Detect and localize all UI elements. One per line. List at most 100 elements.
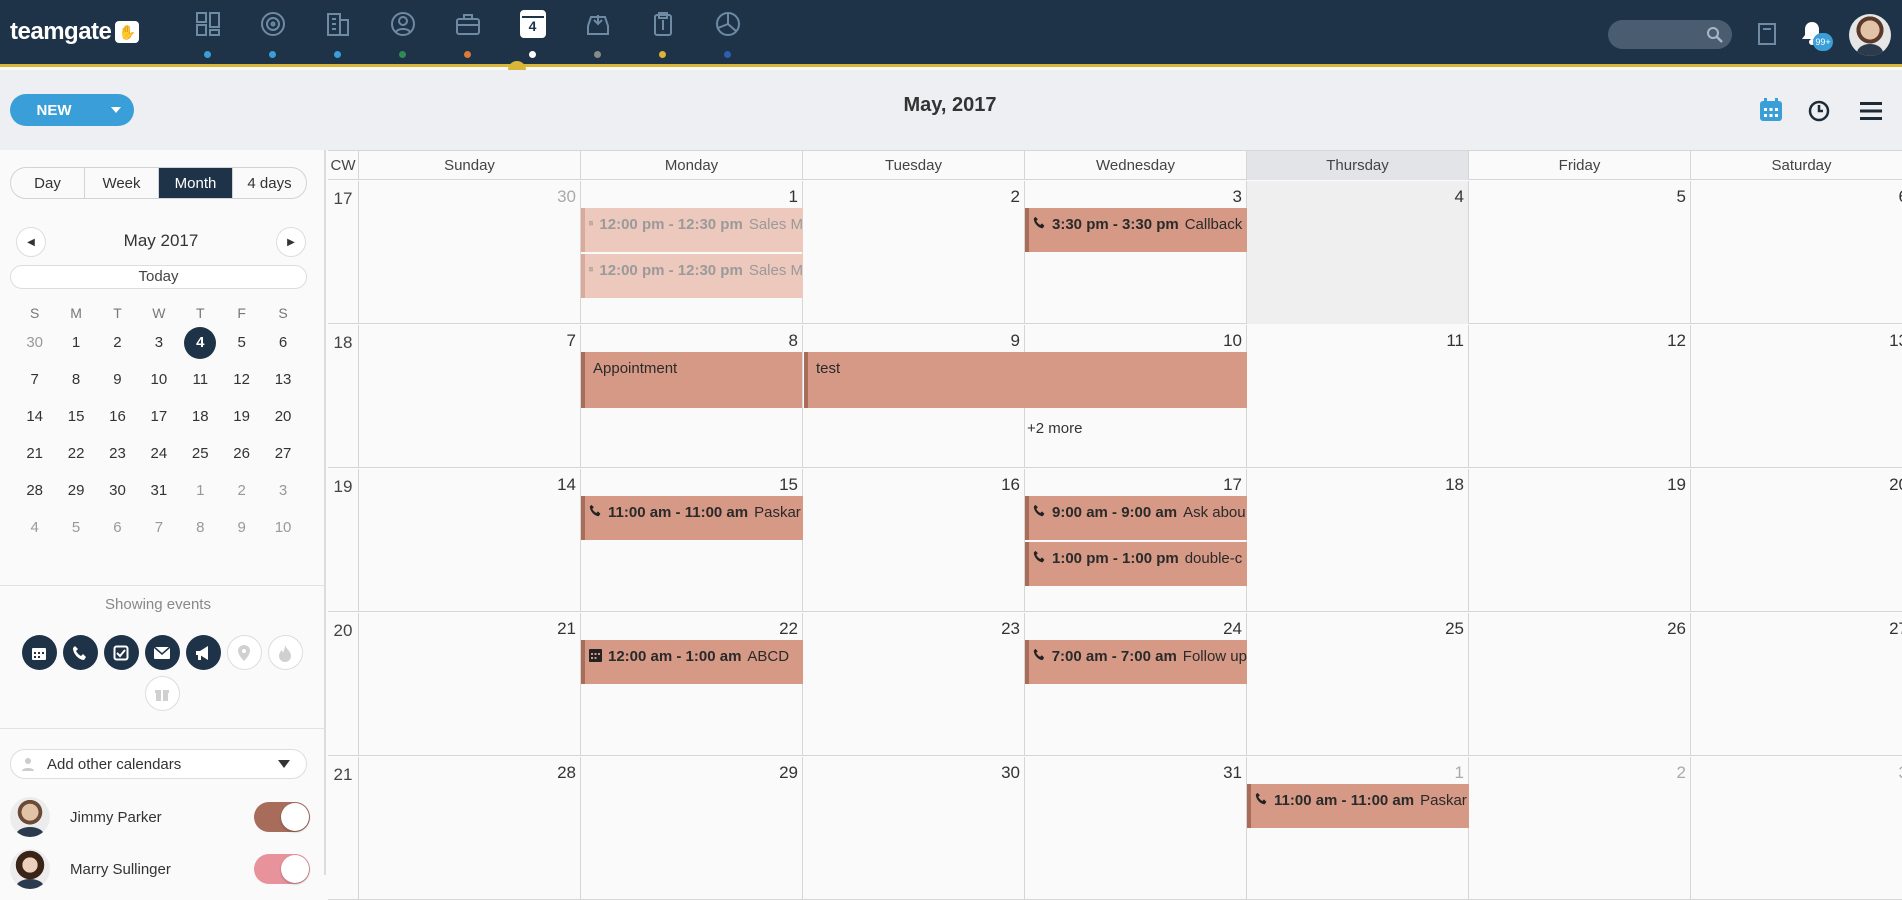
document-icon[interactable] [1757, 22, 1777, 46]
mini-day[interactable]: 30 [97, 482, 138, 499]
day-cell[interactable]: 22 [581, 613, 803, 756]
day-cell[interactable]: 18 [1247, 469, 1469, 612]
tab-month[interactable]: Month [159, 168, 233, 198]
menu-icon[interactable] [1860, 101, 1882, 121]
nav-contacts[interactable] [370, 6, 435, 58]
mini-day[interactable]: 3 [262, 482, 303, 499]
day-cell[interactable]: 1 [1247, 757, 1469, 900]
mini-day[interactable]: 19 [221, 408, 262, 425]
mini-day[interactable]: 8 [180, 519, 221, 536]
mini-day[interactable]: 5 [55, 519, 96, 536]
tab-4-days[interactable]: 4 days [233, 168, 306, 198]
clock-icon[interactable] [1808, 100, 1830, 122]
mini-day[interactable]: 15 [55, 408, 96, 425]
add-other-calendars-dropdown[interactable]: Add other calendars [10, 749, 307, 779]
mini-day[interactable]: 30 [14, 334, 55, 351]
day-cell-today[interactable]: 4 [1247, 181, 1469, 324]
nav-leads[interactable] [240, 6, 305, 58]
mini-day[interactable]: 1 [55, 334, 96, 351]
mini-day[interactable]: 10 [262, 519, 303, 536]
day-cell[interactable]: 1 [581, 181, 803, 324]
mini-day[interactable]: 1 [180, 482, 221, 499]
app-logo[interactable]: teamgate ✋ [10, 18, 140, 46]
global-search[interactable] [1608, 20, 1732, 49]
day-cell[interactable]: 29 [581, 757, 803, 900]
mini-day[interactable]: 9 [221, 519, 262, 536]
calendar-event[interactable]: 9:00 am - 9:00 am Ask abou [1025, 496, 1247, 540]
chevron-down-icon[interactable] [98, 107, 134, 113]
mini-day[interactable]: 7 [14, 371, 55, 388]
nav-deals[interactable] [435, 6, 500, 58]
day-cell[interactable]: 21 [359, 613, 581, 756]
day-cell[interactable]: 24 [1025, 613, 1247, 756]
filter-email[interactable] [144, 635, 180, 670]
day-cell[interactable]: 2 [803, 181, 1025, 324]
calendar-user-toggle[interactable] [254, 802, 310, 832]
day-cell[interactable]: 31 [1025, 757, 1247, 900]
next-month-button[interactable]: ▶ [276, 227, 306, 257]
day-cell[interactable]: 3 [1691, 757, 1902, 900]
mini-day[interactable]: 3 [138, 334, 179, 351]
day-cell[interactable]: 3 [1025, 181, 1247, 324]
filter-task[interactable] [103, 635, 139, 670]
mini-day[interactable]: 18 [180, 408, 221, 425]
mini-day[interactable]: 16 [97, 408, 138, 425]
calendar-event[interactable]: 3:30 pm - 3:30 pm Callback [1025, 208, 1247, 252]
mini-day[interactable]: 7 [138, 519, 179, 536]
day-cell[interactable]: 30 [803, 757, 1025, 900]
mini-day[interactable]: 28 [14, 482, 55, 499]
mini-day[interactable]: 17 [138, 408, 179, 425]
day-cell[interactable]: 30 [359, 181, 581, 324]
prev-month-button[interactable]: ◀ [16, 227, 46, 257]
day-cell[interactable]: 25 [1247, 613, 1469, 756]
mini-day[interactable]: 23 [97, 445, 138, 462]
mini-day[interactable]: 11 [180, 371, 221, 388]
mini-day[interactable]: 25 [180, 445, 221, 462]
nav-dashboard[interactable] [175, 6, 240, 58]
day-cell[interactable]: 26 [1469, 613, 1691, 756]
mini-day[interactable]: 22 [55, 445, 96, 462]
calendar-event[interactable]: Appointment [581, 352, 802, 408]
day-cell[interactable]: 27 [1691, 613, 1902, 756]
filter-visit[interactable] [226, 635, 262, 670]
mini-day[interactable]: 20 [262, 408, 303, 425]
mini-day[interactable]: 13 [262, 371, 303, 388]
day-cell[interactable]: 17 [1025, 469, 1247, 612]
day-cell[interactable]: 28 [359, 757, 581, 900]
mini-day[interactable]: 4 [14, 519, 55, 536]
mini-day[interactable]: 6 [97, 519, 138, 536]
user-avatar[interactable] [1849, 14, 1891, 56]
day-cell[interactable]: 23 [803, 613, 1025, 756]
mini-day[interactable]: 29 [55, 482, 96, 499]
filter-hot[interactable] [267, 635, 303, 670]
filter-meeting[interactable] [21, 635, 57, 670]
day-cell[interactable]: 15 [581, 469, 803, 612]
mini-day[interactable]: 27 [262, 445, 303, 462]
mini-day[interactable]: 26 [221, 445, 262, 462]
mini-day[interactable]: 2 [221, 482, 262, 499]
day-cell[interactable]: 13 [1691, 325, 1902, 468]
day-cell[interactable]: 20 [1691, 469, 1902, 612]
mini-day[interactable]: 5 [221, 334, 262, 351]
day-cell[interactable]: 2 [1469, 757, 1691, 900]
filter-call[interactable] [62, 635, 98, 670]
mini-day[interactable]: 31 [138, 482, 179, 499]
mini-day[interactable]: 24 [138, 445, 179, 462]
nav-tasks[interactable] [630, 6, 695, 58]
calendar-event[interactable]: 12:00 pm - 12:30 pm Sales M [581, 254, 803, 298]
mini-day[interactable]: 2 [97, 334, 138, 351]
new-button[interactable]: NEW [10, 94, 134, 126]
nav-calendar[interactable]: 4 [500, 6, 565, 58]
today-button[interactable]: Today [10, 265, 307, 289]
day-cell[interactable]: 6 [1691, 181, 1902, 324]
calendar-event[interactable]: 7:00 am - 7:00 am Follow up [1025, 640, 1247, 684]
calendar-view-icon[interactable] [1758, 97, 1784, 123]
more-events-link[interactable]: +2 more [1027, 420, 1082, 437]
mini-day[interactable]: 12 [221, 371, 262, 388]
nav-companies[interactable] [305, 6, 370, 58]
day-cell[interactable]: 7 [359, 325, 581, 468]
calendar-event[interactable]: 12:00 am - 1:00 am ABCD [581, 640, 803, 684]
tab-week[interactable]: Week [85, 168, 159, 198]
day-cell[interactable]: 14 [359, 469, 581, 612]
calendar-event[interactable]: 11:00 am - 11:00 am Paskar [581, 496, 803, 540]
